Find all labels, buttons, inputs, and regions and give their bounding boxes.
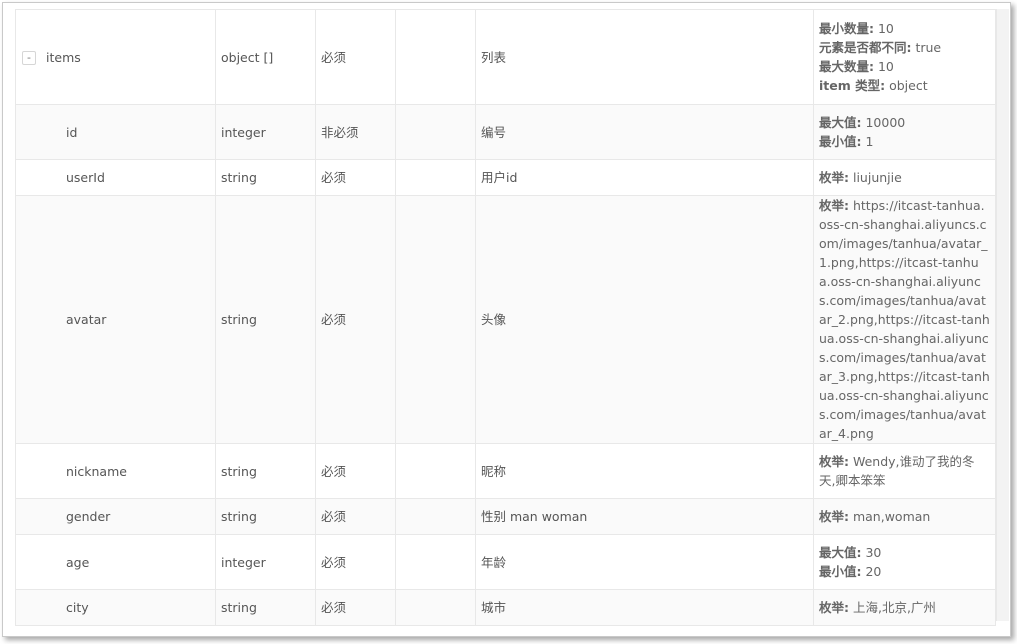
other-entry: item 类型: object bbox=[819, 76, 990, 95]
other-key: 最大值: bbox=[819, 115, 862, 130]
other-value: 上海,北京,广州 bbox=[849, 600, 936, 615]
field-type: string bbox=[215, 589, 316, 626]
field-remark: 用户id bbox=[475, 159, 814, 196]
other-entry: 最大值: 30 bbox=[819, 543, 990, 562]
table-row: avatar string 必须 头像 枚举: https://itcast-t… bbox=[15, 195, 996, 444]
other-entry: 最大值: 10000 bbox=[819, 113, 990, 132]
field-type: string bbox=[215, 443, 316, 499]
other-value: true bbox=[911, 40, 942, 55]
field-name: nickname bbox=[15, 443, 216, 499]
schema-panel: - items object [] 必须 列表 最小数量: 10 元素是否都不同:… bbox=[2, 2, 1011, 637]
field-remark: 性别 man woman bbox=[475, 498, 814, 535]
other-entry: 最大数量: 10 bbox=[819, 57, 990, 76]
other-value: 10 bbox=[874, 59, 894, 74]
other-value: liujunjie bbox=[849, 170, 902, 185]
other-entry: 枚举: 上海,北京,广州 bbox=[819, 598, 990, 617]
field-other: 枚举: 上海,北京,广州 bbox=[813, 589, 996, 626]
other-value: man,woman bbox=[849, 509, 931, 524]
field-name-cell: - items bbox=[15, 9, 216, 105]
field-type: object [] bbox=[215, 9, 316, 105]
other-key: 枚举: bbox=[819, 600, 849, 615]
field-type: integer bbox=[215, 534, 316, 590]
field-default bbox=[395, 498, 476, 535]
other-key: 最大数量: bbox=[819, 59, 874, 74]
table-row: city string 必须 城市 枚举: 上海,北京,广州 bbox=[15, 589, 996, 626]
other-entry: 元素是否都不同: true bbox=[819, 38, 990, 57]
field-other: 最小数量: 10 元素是否都不同: true 最大数量: 10 item 类型:… bbox=[813, 9, 996, 105]
field-required: 必须 bbox=[315, 9, 396, 105]
other-value: https://itcast-tanhua.oss-cn-shanghai.al… bbox=[819, 198, 990, 441]
other-value: object bbox=[885, 78, 928, 93]
table-row: nickname string 必须 昵称 枚举: Wendy,谁动了我的冬天,… bbox=[15, 443, 996, 499]
other-key: 最大值: bbox=[819, 545, 862, 560]
field-name: gender bbox=[15, 498, 216, 535]
other-key: 最小数量: bbox=[819, 21, 874, 36]
other-key: 枚举: bbox=[819, 454, 849, 469]
field-required: 必须 bbox=[315, 443, 396, 499]
other-entry: 枚举: man,woman bbox=[819, 507, 990, 526]
table-row: age integer 必须 年龄 最大值: 30 最小值: 20 bbox=[15, 534, 996, 590]
collapse-toggle-icon[interactable]: - bbox=[22, 50, 36, 65]
field-required: 必须 bbox=[315, 159, 396, 196]
field-remark: 昵称 bbox=[475, 443, 814, 499]
field-default bbox=[395, 9, 476, 105]
field-required: 必须 bbox=[315, 195, 396, 444]
field-required: 必须 bbox=[315, 534, 396, 590]
field-other: 枚举: man,woman bbox=[813, 498, 996, 535]
field-type: string bbox=[215, 498, 316, 535]
field-default bbox=[395, 534, 476, 590]
other-entry: 最小值: 1 bbox=[819, 132, 990, 151]
other-key: 枚举: bbox=[819, 170, 849, 185]
other-key: 枚举: bbox=[819, 509, 849, 524]
field-default bbox=[395, 443, 476, 499]
field-default bbox=[395, 104, 476, 160]
schema-table: - items object [] 必须 列表 最小数量: 10 元素是否都不同:… bbox=[15, 9, 996, 626]
field-remark: 年龄 bbox=[475, 534, 814, 590]
other-value: 10 bbox=[874, 21, 894, 36]
table-row: userId string 必须 用户id 枚举: liujunjie bbox=[15, 159, 996, 196]
other-key: 最小值: bbox=[819, 134, 862, 149]
other-key: 枚举: bbox=[819, 198, 849, 213]
other-entry: 枚举: Wendy,谁动了我的冬天,卿本笨笨 bbox=[819, 452, 990, 490]
field-type: string bbox=[215, 159, 316, 196]
field-type: integer bbox=[215, 104, 316, 160]
other-value: 10000 bbox=[861, 115, 906, 130]
field-type: string bbox=[215, 195, 316, 444]
field-name: city bbox=[15, 589, 216, 626]
field-other: 枚举: liujunjie bbox=[813, 159, 996, 196]
field-required: 必须 bbox=[315, 589, 396, 626]
other-key: 元素是否都不同: bbox=[819, 40, 912, 55]
field-remark: 编号 bbox=[475, 104, 814, 160]
field-required: 必须 bbox=[315, 498, 396, 535]
field-remark: 列表 bbox=[475, 9, 814, 105]
other-entry: 枚举: liujunjie bbox=[819, 168, 990, 187]
field-remark: 城市 bbox=[475, 589, 814, 626]
field-name: age bbox=[15, 534, 216, 590]
other-entry: 枚举: https://itcast-tanhua.oss-cn-shangha… bbox=[819, 197, 990, 443]
field-name: id bbox=[15, 104, 216, 160]
other-key: 最小值: bbox=[819, 564, 862, 579]
other-value: 20 bbox=[861, 564, 882, 579]
other-entry: 最小值: 20 bbox=[819, 562, 990, 581]
field-other: 枚举: https://itcast-tanhua.oss-cn-shangha… bbox=[813, 195, 996, 444]
table-row: gender string 必须 性别 man woman 枚举: man,wo… bbox=[15, 498, 996, 535]
table-row: id integer 非必须 编号 最大值: 10000 最小值: 1 bbox=[15, 104, 996, 160]
other-value: 30 bbox=[861, 545, 882, 560]
field-default bbox=[395, 589, 476, 626]
field-other: 最大值: 30 最小值: 20 bbox=[813, 534, 996, 590]
field-name: items bbox=[46, 50, 81, 65]
other-key: item 类型: bbox=[819, 78, 886, 93]
table-row: - items object [] 必须 列表 最小数量: 10 元素是否都不同:… bbox=[15, 9, 996, 105]
field-name: avatar bbox=[15, 195, 216, 444]
field-required: 非必须 bbox=[315, 104, 396, 160]
field-other: 最大值: 10000 最小值: 1 bbox=[813, 104, 996, 160]
field-other: 枚举: Wendy,谁动了我的冬天,卿本笨笨 bbox=[813, 443, 996, 499]
other-value: 1 bbox=[861, 134, 874, 149]
field-default bbox=[395, 159, 476, 196]
field-remark: 头像 bbox=[475, 195, 814, 444]
field-name: userId bbox=[15, 159, 216, 196]
other-entry: 最小数量: 10 bbox=[819, 19, 990, 38]
vertical-scrollbar[interactable] bbox=[996, 9, 1009, 621]
field-default bbox=[395, 195, 476, 444]
